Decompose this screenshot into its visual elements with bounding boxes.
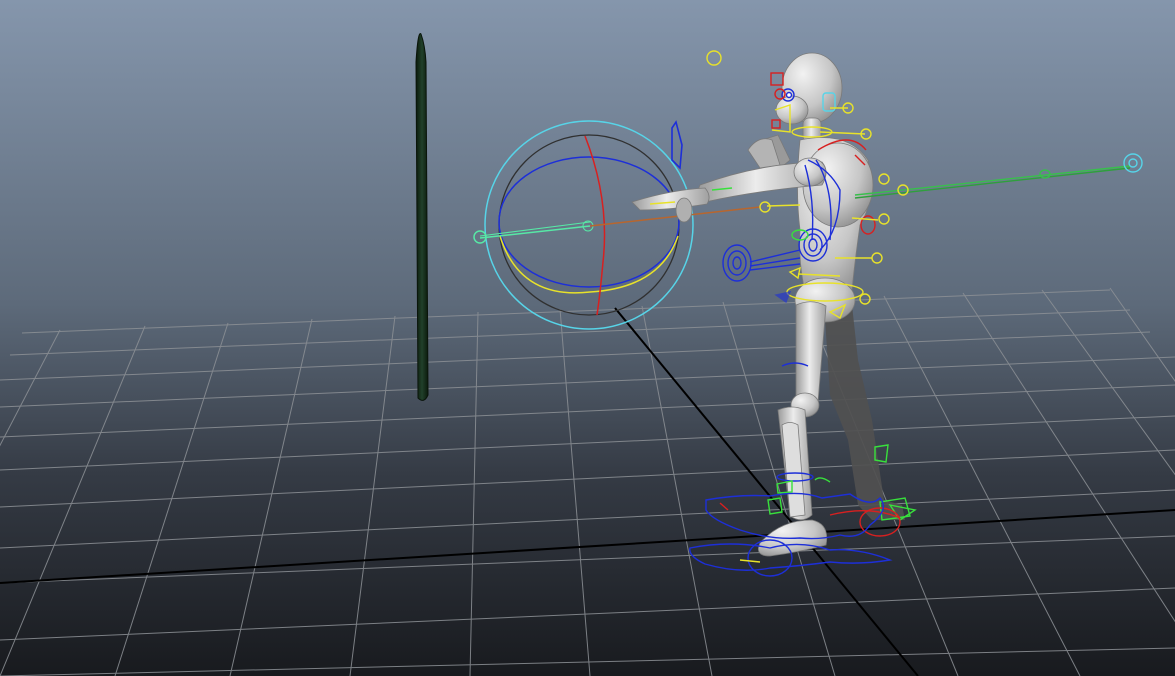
pole-object[interactable] (415, 33, 429, 401)
maya-viewport[interactable] (0, 0, 1175, 676)
viewport-canvas[interactable] (0, 0, 1175, 676)
